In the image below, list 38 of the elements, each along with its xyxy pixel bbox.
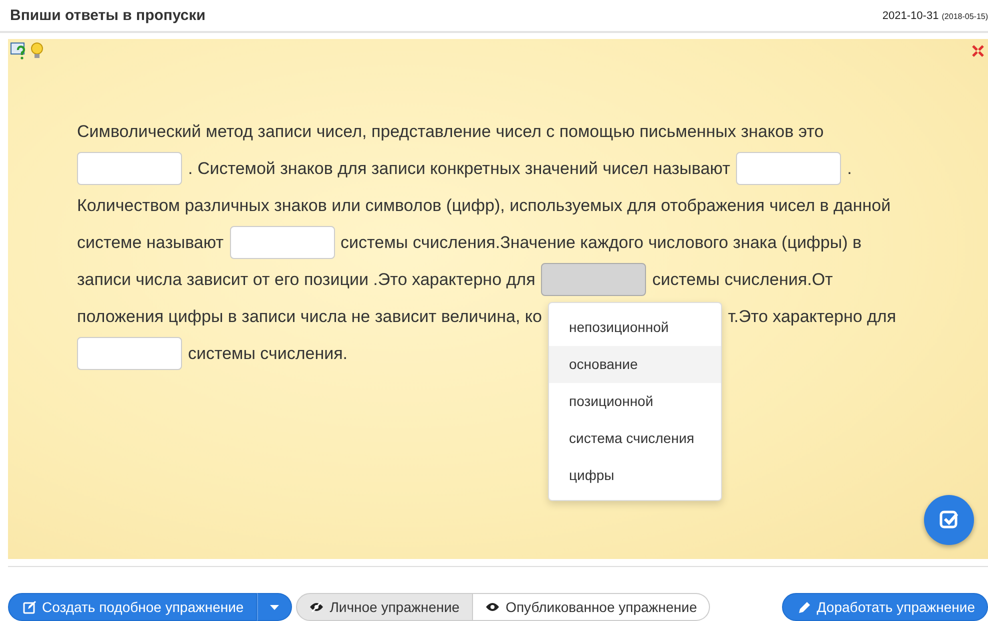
eye-icon — [484, 602, 500, 612]
date-label: 2021-10-31 (2018-05-15) — [882, 10, 988, 22]
eye-slash-icon — [308, 602, 324, 612]
edit-icon — [23, 600, 36, 614]
answer-box[interactable] — [541, 263, 646, 296]
help-icon[interactable] — [10, 42, 28, 60]
exercise-text: системы счисления. — [188, 344, 348, 364]
exercise-title: Впиши ответы в пропуски — [10, 7, 206, 24]
exercise-text: Символический метод записи чисел, представление чисел с помощью письменных знаков это — [77, 122, 824, 142]
fullscreen-icon[interactable] — [972, 45, 984, 57]
answer-box[interactable] — [230, 226, 335, 259]
dropdown-option[interactable]: система счисления — [549, 420, 722, 457]
exercise-text: системе называют — [77, 232, 224, 252]
improve-exercise-button[interactable]: Доработать упражнение — [782, 593, 988, 621]
exercise-text: . Системой знаков для записи конкретных значений чисел называют — [188, 158, 730, 178]
check-answers-button[interactable] — [924, 495, 974, 545]
caret-icon — [270, 604, 279, 610]
dropdown-toggle[interactable] — [256, 593, 292, 621]
dropdown-option[interactable]: непозиционной — [549, 309, 722, 346]
checkbox-icon — [938, 509, 960, 531]
answer-box[interactable] — [77, 337, 182, 370]
pencil-icon — [798, 601, 811, 613]
dropdown-option[interactable]: цифры — [549, 457, 722, 494]
exercise-text: системы счисления.От — [652, 270, 833, 290]
exercise-text: системы счисления.Значение каждого числового знака (цифры) в — [340, 232, 862, 252]
exercise-text: . — [847, 158, 852, 178]
lightbulb-icon[interactable] — [30, 42, 44, 60]
dropdown-option[interactable]: позиционной — [549, 383, 722, 420]
dropdown-option[interactable]: основание — [549, 346, 722, 383]
answer-box[interactable] — [77, 152, 182, 185]
create-similar-button[interactable]: Создать подобное упражнение — [8, 593, 257, 621]
exercise-text: т.Это характерно для — [728, 306, 896, 326]
answer-box[interactable] — [736, 152, 842, 185]
exercise-text: Количеством различных знаков или символов (цифр), используемых для отображения чисел в данной — [77, 196, 891, 216]
exercise-text: записи числа зависит от его позиции .Это характерно для — [77, 270, 536, 290]
view-tab[interactable]: Опубликованное упражнение — [472, 593, 710, 621]
view-tab[interactable]: Личное упражнение — [296, 593, 473, 621]
exercise-text: положения цифры в записи числа не зависит величина, ко — [77, 306, 542, 326]
